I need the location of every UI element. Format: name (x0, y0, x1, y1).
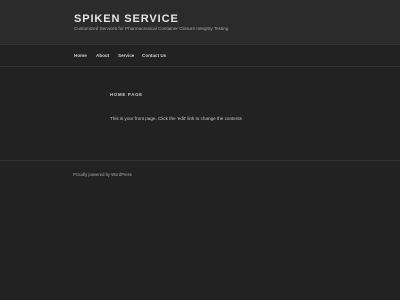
site-header: SPIKEN SERVICE Customized Services for P… (0, 0, 400, 44)
nav-item-contact-us[interactable]: Contact Us (142, 53, 166, 59)
nav-item-about[interactable]: About (96, 53, 109, 59)
page-title: HOME PAGE (110, 92, 143, 97)
nav-item-home[interactable]: Home (74, 53, 87, 59)
site-title-link[interactable]: SPIKEN SERVICE (74, 13, 179, 25)
main-navigation: Home About Service Contact Us (0, 44, 400, 67)
nav-item-service[interactable]: Service (118, 53, 134, 59)
site-footer: Proudly powered by WordPress (0, 160, 400, 300)
powered-by-wordpress-link[interactable]: Proudly powered by WordPress (73, 172, 132, 178)
page: SPIKEN SERVICE Customized Services for P… (0, 0, 400, 300)
page-body-text: This is your front page. Click the 'edit… (110, 116, 242, 121)
site-tagline: Customized Services for Pharmaceutical C… (74, 26, 229, 31)
